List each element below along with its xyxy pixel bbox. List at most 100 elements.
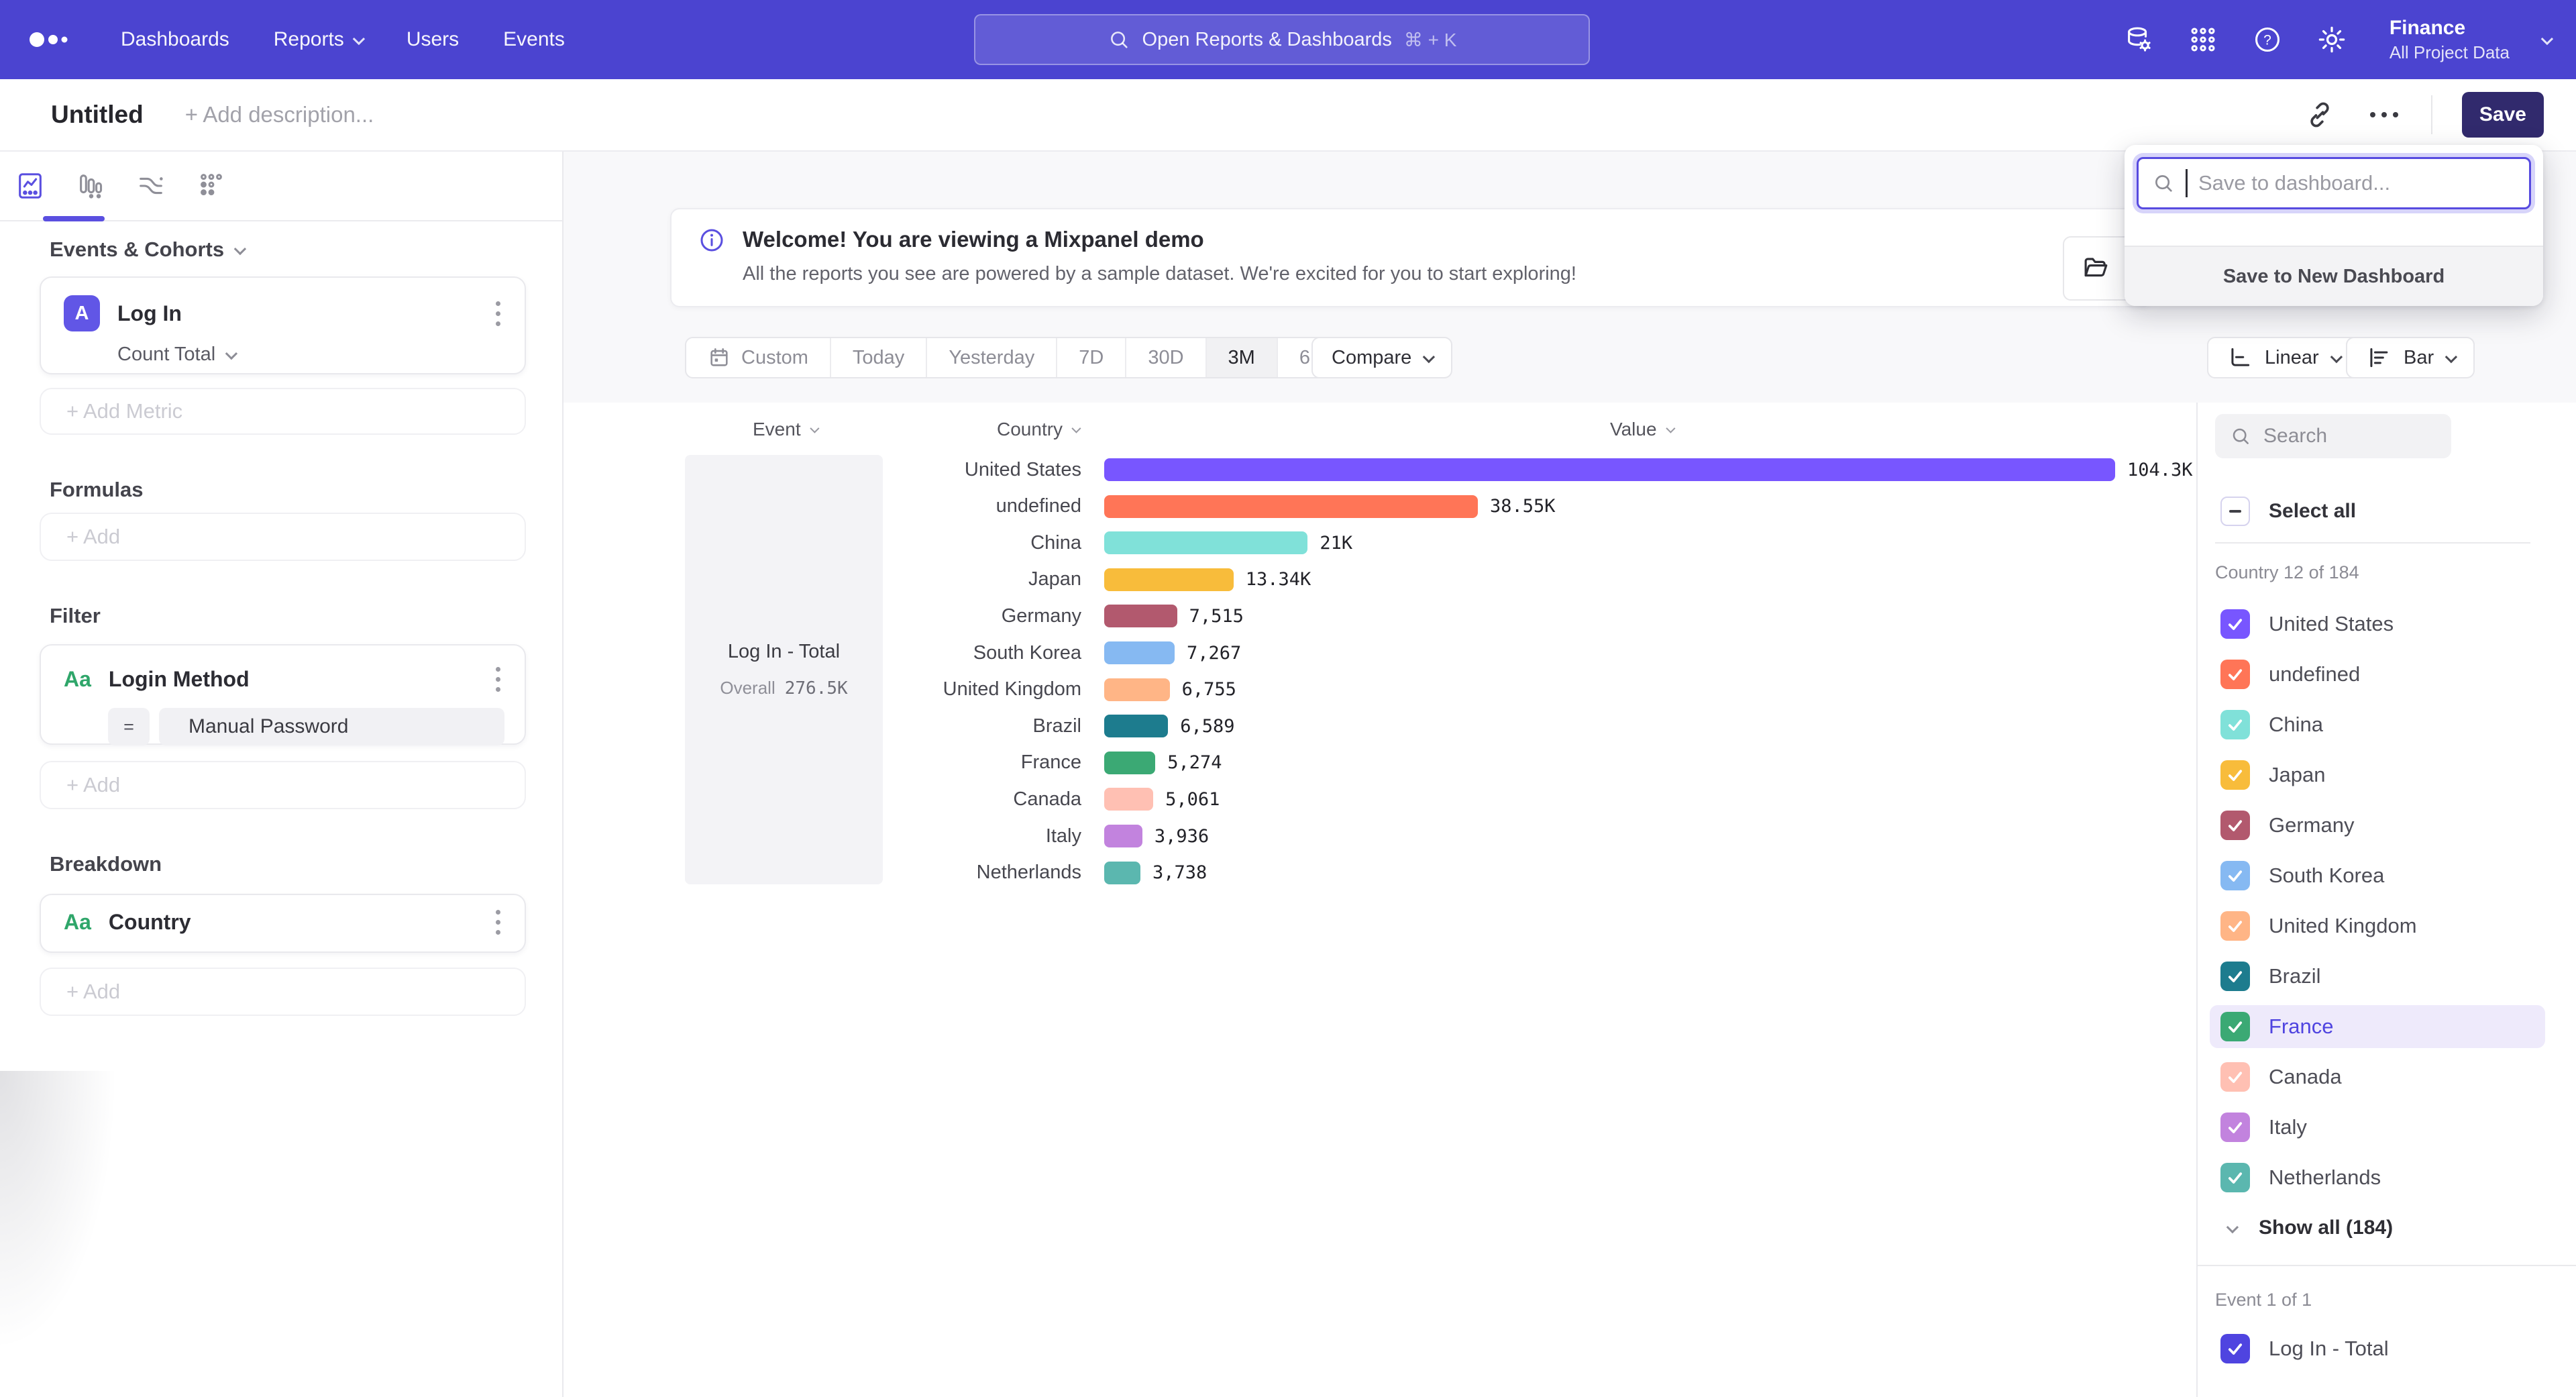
project-switcher[interactable]: Finance All Project Data	[2390, 17, 2510, 63]
column-header-event[interactable]: Event	[753, 419, 817, 440]
metric-options-icon[interactable]	[492, 297, 504, 330]
metric-card-log-in[interactable]: A Log In Count Total	[40, 276, 526, 374]
country-checkbox[interactable]	[2220, 1012, 2250, 1041]
country-row-canada[interactable]: Canada	[2198, 1055, 2576, 1098]
events-cohorts-header[interactable]: Events & Cohorts	[50, 238, 244, 262]
save-button[interactable]: Save	[2462, 92, 2544, 138]
bar-segment[interactable]	[1104, 788, 1153, 811]
add-formula-button[interactable]: + Add	[40, 513, 526, 561]
bar-segment[interactable]	[1104, 641, 1175, 664]
column-header-country[interactable]: Country	[997, 419, 1079, 440]
breakdown-card-country[interactable]: Aa Country	[40, 894, 526, 953]
bar-segment[interactable]	[1104, 752, 1155, 774]
bar-segment[interactable]	[1104, 531, 1307, 554]
save-dashboard-search-field[interactable]	[2137, 157, 2531, 209]
save-dashboard-search-input[interactable]	[2198, 171, 2514, 195]
report-title[interactable]: Untitled	[51, 101, 144, 129]
tab-funnels[interactable]	[60, 170, 121, 201]
country-checkbox[interactable]	[2220, 861, 2250, 890]
help-icon[interactable]: ?	[2251, 23, 2284, 56]
country-checkbox[interactable]	[2220, 760, 2250, 790]
add-filter-button[interactable]: + Add	[40, 761, 526, 809]
select-all-row[interactable]: Select all	[2198, 490, 2576, 533]
country-row-china[interactable]: China	[2198, 703, 2576, 746]
bar-value-label: 13.34K	[1246, 569, 1311, 590]
country-row-united-states[interactable]: United States	[2198, 603, 2576, 645]
aggregation-selector[interactable]: Count Total	[117, 344, 525, 366]
event-total-cell[interactable]: Log In - Total Overall276.5K	[685, 455, 883, 884]
time-range-today[interactable]: Today	[830, 338, 926, 377]
bar-segment[interactable]	[1104, 458, 2115, 481]
tab-insights[interactable]	[0, 170, 60, 201]
event-series-checkbox[interactable]	[2220, 1334, 2250, 1363]
more-options-icon[interactable]	[2367, 97, 2402, 132]
compare-button[interactable]: Compare	[1311, 337, 1452, 378]
filter-property-name[interactable]: Login Method	[109, 667, 474, 692]
event-series-row[interactable]: Log In - Total	[2198, 1327, 2576, 1370]
country-checkbox[interactable]	[2220, 609, 2250, 639]
bar-segment[interactable]	[1104, 715, 1168, 737]
nav-item-dashboards[interactable]: Dashboards	[121, 28, 229, 51]
data-management-icon[interactable]	[2123, 23, 2155, 56]
scale-label: Linear	[2265, 347, 2319, 369]
filter-card-login-method[interactable]: Aa Login Method = Manual Password	[40, 644, 526, 745]
series-search-field[interactable]	[2215, 414, 2451, 458]
country-row-united-kingdom[interactable]: United Kingdom	[2198, 904, 2576, 947]
country-checkbox[interactable]	[2220, 710, 2250, 739]
filter-value[interactable]: Manual Password	[159, 708, 504, 745]
filter-operator[interactable]: =	[108, 708, 150, 745]
bar-segment[interactable]	[1104, 678, 1170, 701]
bar-segment[interactable]	[1104, 825, 1142, 847]
bar-segment[interactable]	[1104, 495, 1478, 518]
country-checkbox[interactable]	[2220, 1163, 2250, 1192]
country-row-france[interactable]: France	[2210, 1005, 2545, 1048]
column-header-value[interactable]: Value	[1610, 419, 1673, 440]
time-range-yesterday[interactable]: Yesterday	[926, 338, 1056, 377]
apps-grid-icon[interactable]	[2187, 23, 2219, 56]
copy-link-icon[interactable]	[2302, 97, 2337, 132]
country-row-undefined[interactable]: undefined	[2198, 653, 2576, 696]
tab-flows[interactable]	[121, 170, 181, 201]
time-range-7d[interactable]: 7D	[1056, 338, 1125, 377]
settings-gear-icon[interactable]	[2316, 23, 2348, 56]
breakdown-options-icon[interactable]	[492, 906, 504, 939]
bar-segment[interactable]	[1104, 862, 1140, 884]
country-checkbox[interactable]	[2220, 1062, 2250, 1092]
mixpanel-logo-icon[interactable]	[28, 30, 76, 50]
time-range-custom[interactable]: Custom	[686, 338, 830, 377]
breakdown-property-name[interactable]: Country	[109, 910, 474, 935]
show-all-button[interactable]: Show all (184)	[2198, 1208, 2576, 1248]
time-range-3m[interactable]: 3M	[1205, 338, 1277, 377]
series-filter-panel: Select all Country 12 of 184 United Stat…	[2196, 403, 2576, 1397]
country-checkbox[interactable]	[2220, 660, 2250, 689]
country-row-japan[interactable]: Japan	[2198, 754, 2576, 796]
chart-type-selector[interactable]: Bar	[2346, 337, 2475, 378]
country-checkbox[interactable]	[2220, 962, 2250, 991]
add-description-field[interactable]: + Add description...	[185, 102, 374, 127]
nav-item-events[interactable]: Events	[503, 28, 565, 51]
filter-options-icon[interactable]	[492, 663, 504, 696]
save-to-new-dashboard-button[interactable]: Save to New Dashboard	[2125, 246, 2543, 306]
country-row-south-korea[interactable]: South Korea	[2198, 854, 2576, 897]
nav-item-users[interactable]: Users	[407, 28, 459, 51]
select-all-checkbox[interactable]	[2220, 497, 2250, 526]
country-checkbox[interactable]	[2220, 1113, 2250, 1142]
country-checkbox[interactable]	[2220, 911, 2250, 941]
project-scope: All Project Data	[2390, 42, 2510, 63]
country-row-germany[interactable]: Germany	[2198, 804, 2576, 847]
series-search-input[interactable]	[2263, 425, 2424, 448]
country-row-brazil[interactable]: Brazil	[2198, 955, 2576, 998]
scale-selector[interactable]: Linear	[2207, 337, 2360, 378]
global-search-button[interactable]: Open Reports & Dashboards ⌘ + K	[974, 14, 1590, 65]
country-row-italy[interactable]: Italy	[2198, 1106, 2576, 1149]
bar-segment[interactable]	[1104, 568, 1234, 591]
country-row-netherlands[interactable]: Netherlands	[2198, 1156, 2576, 1199]
add-breakdown-button[interactable]: + Add	[40, 968, 526, 1016]
metric-name[interactable]: Log In	[117, 301, 474, 326]
country-checkbox[interactable]	[2220, 811, 2250, 840]
add-metric-button[interactable]: + Add Metric	[40, 388, 526, 435]
tab-retention[interactable]	[181, 170, 241, 201]
bar-segment[interactable]	[1104, 605, 1177, 627]
time-range-30d[interactable]: 30D	[1125, 338, 1205, 377]
nav-item-reports[interactable]: Reports	[274, 28, 362, 51]
